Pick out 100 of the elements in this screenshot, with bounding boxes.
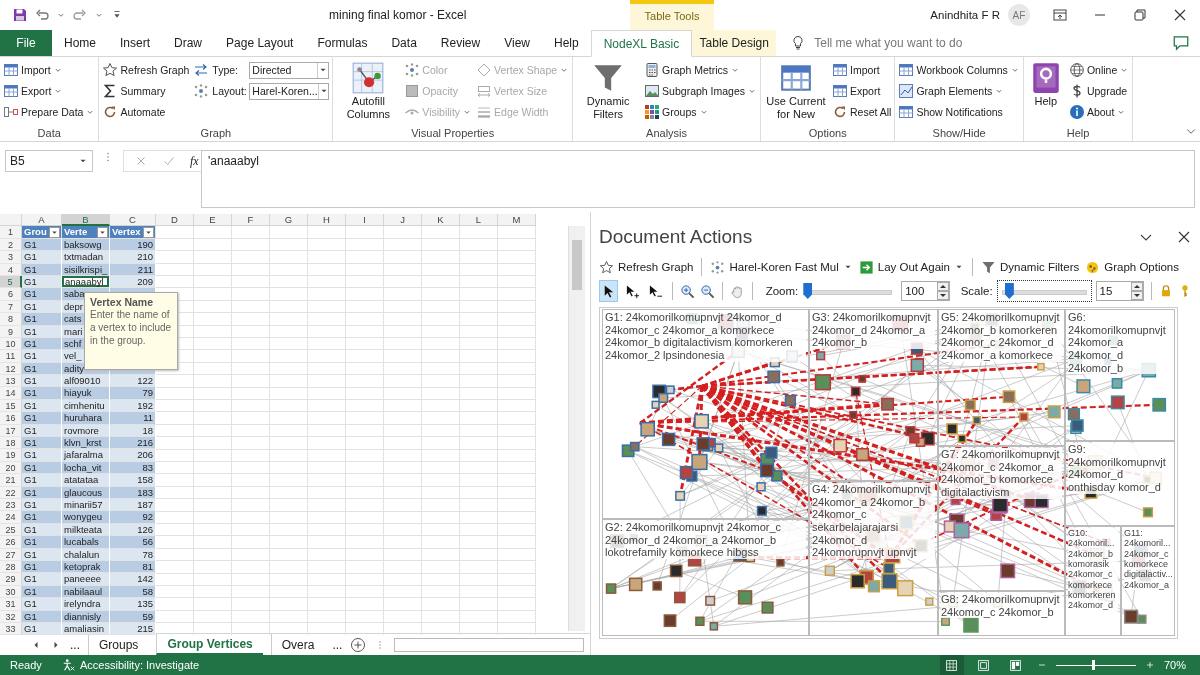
column-header[interactable]: C [110, 214, 156, 227]
toolbar-button[interactable]: Dynamic Filters [981, 259, 1080, 275]
ribbon-button[interactable]: Export [832, 82, 892, 100]
column-header[interactable]: J [384, 214, 422, 227]
row-header[interactable]: 3 [0, 251, 22, 264]
row-header[interactable]: 14 [0, 387, 22, 400]
add-sheet-icon[interactable] [350, 636, 367, 653]
number-field[interactable]: 15 [1095, 281, 1145, 301]
toolbar-button[interactable]: Harel-Koren Fast Mul [710, 259, 853, 275]
filter-dropdown-icon[interactable] [97, 226, 108, 238]
zoom-in-icon[interactable] [679, 283, 695, 299]
ribbon-display-icon[interactable] [1052, 7, 1068, 23]
ribbon-button[interactable]: Automate [102, 103, 190, 121]
ribbon-button[interactable]: Reset All [832, 103, 892, 121]
ribbon-button[interactable]: Subgraph Images [644, 82, 757, 100]
column-header[interactable]: M [498, 214, 536, 227]
ribbon-button[interactable]: Import [832, 61, 892, 79]
column-header[interactable]: D [156, 214, 194, 227]
slider[interactable] [997, 281, 1091, 301]
zoom-percentage[interactable]: 70% [1163, 659, 1186, 671]
ribbon-tab[interactable]: Formulas [305, 30, 380, 56]
formula-field[interactable]: 'anaaabyl [201, 150, 1195, 208]
comment-icon[interactable] [1172, 34, 1190, 52]
table-header-cell[interactable]: Grou [22, 226, 62, 239]
user-name[interactable]: Anindhita F R [930, 9, 1000, 21]
undo-icon[interactable] [34, 7, 50, 23]
ribbon-tab[interactable]: View [492, 30, 542, 56]
table-header-cell[interactable]: Vertex [110, 226, 156, 239]
ribbon-tab[interactable]: File [0, 30, 52, 56]
pointer-tool-button[interactable] [599, 280, 618, 302]
column-header[interactable]: H [308, 214, 346, 227]
ribbon-button[interactable]: Graph Elements [898, 82, 1020, 100]
accessibility-button[interactable]: Accessibility: Investigate [62, 658, 200, 672]
dropdown-field[interactable]: Harel-Koren... [249, 82, 330, 100]
insert-function-button[interactable]: fx [190, 153, 199, 169]
row-header[interactable]: 13 [0, 375, 22, 388]
close-icon[interactable] [1176, 229, 1192, 245]
ribbon-button[interactable]: Show Notifications [898, 103, 1020, 121]
row-header[interactable]: 26 [0, 536, 22, 549]
ribbon-tab[interactable]: Help [541, 30, 591, 56]
ribbon-button[interactable]: Refresh Graph [102, 61, 190, 79]
ribbon-tab[interactable]: Review [428, 30, 493, 56]
row-header[interactable]: 19 [0, 449, 22, 462]
filter-dropdown-icon[interactable] [49, 226, 60, 238]
row-header[interactable]: 8 [0, 313, 22, 326]
restore-icon[interactable] [1132, 7, 1148, 23]
row-header[interactable]: 16 [0, 412, 22, 425]
column-header[interactable]: G [270, 214, 308, 227]
ribbon-button[interactable]: Online [1068, 61, 1130, 79]
ribbon-tab[interactable]: NodeXL Basic [590, 30, 693, 57]
ribbon-button[interactable]: Import [3, 61, 96, 79]
ribbon-button[interactable]: Groups [644, 103, 757, 121]
zoom-out-icon[interactable] [699, 283, 715, 299]
more-sheets-button[interactable]: ... [332, 637, 343, 652]
column-header[interactable]: E [194, 214, 232, 227]
row-header[interactable]: 1 [0, 226, 22, 239]
view-button[interactable] [939, 655, 964, 675]
name-box[interactable]: B5 [5, 150, 93, 172]
toolbar-button[interactable]: Graph Options [1085, 259, 1179, 275]
row-header[interactable]: 29 [0, 573, 22, 586]
slider-thumb[interactable] [1091, 660, 1095, 670]
user-avatar[interactable]: AF [1008, 4, 1030, 26]
row-header[interactable]: 21 [0, 474, 22, 487]
ribbon-button[interactable]: About [1068, 103, 1130, 121]
spinner-icon[interactable] [1131, 282, 1144, 300]
redo-icon[interactable] [72, 7, 88, 23]
ribbon-button[interactable]: Dynamic Filters [576, 61, 641, 121]
horizontal-scrollbar[interactable] [394, 637, 584, 652]
column-header[interactable]: B [62, 214, 110, 227]
ribbon-button[interactable]: Use Current for New [764, 61, 828, 121]
ribbon-button[interactable]: Help [1026, 61, 1065, 108]
ribbon-button[interactable]: Export [3, 82, 96, 100]
column-header[interactable]: F [232, 214, 270, 227]
ribbon-button[interactable]: Upgrade [1068, 82, 1130, 100]
filter-dropdown-icon[interactable] [143, 226, 154, 238]
column-header[interactable]: A [22, 214, 62, 227]
close-icon[interactable] [1172, 7, 1188, 23]
sheet-tab[interactable]: Group Vertices [156, 634, 263, 655]
ribbon-button[interactable]: Workbook Columns [898, 61, 1020, 79]
row-header[interactable]: 6 [0, 288, 22, 301]
row-header[interactable]: 24 [0, 511, 22, 524]
number-field[interactable]: 100 [901, 281, 950, 301]
table-header-cell[interactable]: Verte [62, 226, 110, 239]
ribbon-tab[interactable]: Page Layout [214, 30, 306, 56]
more-sheets-button[interactable]: ... [70, 637, 80, 652]
ribbon-button[interactable]: Graph Metrics [644, 61, 757, 79]
slider-thumb[interactable] [1004, 283, 1014, 299]
row-header[interactable]: 31 [0, 598, 22, 611]
toolbar-button[interactable]: Lay Out Again [858, 259, 964, 275]
column-header[interactable]: L [460, 214, 498, 227]
ribbon-tab[interactable]: Draw [162, 30, 215, 56]
dropdown-field[interactable]: Directed [249, 61, 330, 79]
ribbon-tab[interactable]: Insert [108, 30, 163, 56]
column-header[interactable]: K [422, 214, 460, 227]
toolbar-button[interactable]: Refresh Graph [599, 259, 694, 275]
tell-me-field[interactable]: Tell me what you want to do [814, 36, 963, 50]
ribbon-tab[interactable]: Table Design [692, 30, 777, 56]
column-header[interactable]: I [346, 214, 384, 227]
save-icon[interactable] [12, 7, 28, 23]
ribbon-tab[interactable]: Data [379, 30, 429, 56]
